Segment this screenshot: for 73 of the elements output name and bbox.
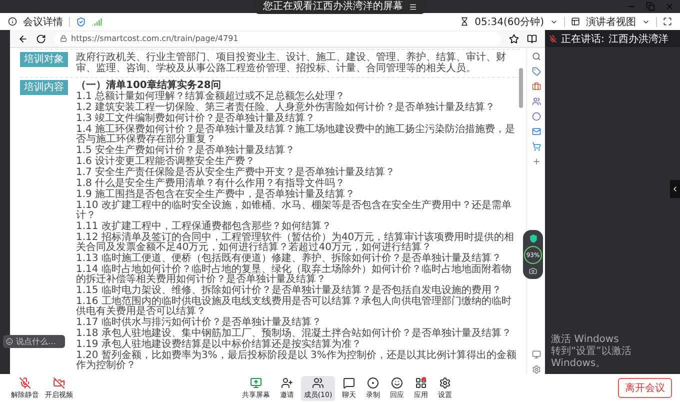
meeting-details-link[interactable]: 会议详情 xyxy=(23,14,63,28)
section-heading: （一）清单100章结算实务28问 xyxy=(76,80,221,91)
lock-icon xyxy=(60,35,67,42)
address-bar[interactable]: https://smartcost.com.cn/train/page/4791 xyxy=(54,32,501,46)
question-item: 1.6 设计变更工程能否调整安全生产费？ xyxy=(76,157,256,167)
reload-icon[interactable] xyxy=(36,34,46,44)
chat-icon xyxy=(343,376,356,388)
fullscreen-icon[interactable] xyxy=(663,17,672,26)
add-user-icon xyxy=(280,376,293,388)
mic-off-icon xyxy=(19,376,31,388)
add-icon[interactable] xyxy=(532,157,540,166)
speaker-name: 江西办洪湾洋 xyxy=(608,32,668,46)
shield-icon xyxy=(528,234,538,243)
info-icon xyxy=(8,17,17,26)
emoji-icon xyxy=(6,338,13,345)
shield-icon xyxy=(76,16,86,26)
briefcase-icon[interactable] xyxy=(532,82,540,91)
hourglass-icon xyxy=(460,17,469,26)
question-item: 1.13 临时施工便道、便桥（包括既有便道）修建、养护、拆除如何计价？是否单独计量及结算？ xyxy=(76,254,502,264)
question-item: 1.18 承包人驻地建设、集中钢筋加工厂、预制场、混凝土拌合站如何计价？是否单独计量及结算？ xyxy=(76,329,512,339)
mail-icon[interactable] xyxy=(532,127,540,136)
section-label: 培训对象 xyxy=(20,52,68,67)
search-icon[interactable] xyxy=(532,52,540,61)
smile-icon xyxy=(391,376,404,388)
grid-icon xyxy=(415,376,428,388)
chat-input[interactable]: 说点什么... xyxy=(3,335,65,348)
question-item: 1.14 临时占地如何计价？临时占地的复垦、绿化（取弃土场除外）如何计价？临时占地地面附着物的拆迁补偿等相关费用如何计价？是否单独计量及结算？ xyxy=(76,265,512,285)
collapse-button[interactable] xyxy=(670,180,680,198)
video-off-icon xyxy=(53,376,65,388)
question-item: 1.8 什么是安全生产费用清单？有什么作用？有指导文件吗？ xyxy=(76,179,346,189)
settings-icon xyxy=(439,376,452,388)
question-item: 1.9 施工围挡是否包含在安全生产费中，是否单独计量及结算？ xyxy=(76,190,356,200)
question-item: 1.16 工地范围内的临时供电设施及电线支线费用是否可以结算？承包人向供电管理部门缴纳的临时供电有关费用是否可以结算？ xyxy=(76,297,512,317)
question-item: 1.20 暂列金额，比如费率为3%，最后投标阶段是以 3%作为控制价，还是以其比例计算得出的金额作为控制价？ xyxy=(76,351,518,371)
leave-meeting-button[interactable]: 离开会议 xyxy=(618,378,672,398)
question-item: 1.3 竣工文件编制费如何计价？是否单独计量及结算？ xyxy=(76,114,316,124)
question-item: 1.2 建筑安装工程一切保险、第三者责任险、人身意外伤害险如何计价？是否单独计量及结算？ xyxy=(76,103,496,113)
people-icon[interactable] xyxy=(532,97,540,106)
question-item: 1.17 临时供水与排污如何计价？是否单独计量及结算？ xyxy=(76,318,322,328)
section-text: 政府行政机关、行业主管部门、项目投资业主、设计、施工、建设、管理、养护、结算、审计、财审、监理、咨询、学校及从事公路工程造价管理、招投标、计量、合同管理等的相关人员。 xyxy=(76,52,507,74)
view-mode-button[interactable]: 演讲者视图 xyxy=(586,14,636,28)
section-label: 培训内容 xyxy=(20,80,68,95)
layout-icon xyxy=(571,17,580,26)
question-item: 1.4 施工环保费如何计价？是否单独计量及结算？施工场地建设费中的施工扬尘污染防治措施费，是否与施工环保费存在部分重复？ xyxy=(76,125,516,145)
question-item: 1.7 安全生产责任保险是否从安全生产费中开支？是否单独计量及结算？ xyxy=(76,168,396,178)
share-banner: 您正在观看江西办洪湾洋的屏幕 xyxy=(255,0,425,14)
settings-icon[interactable] xyxy=(532,365,540,374)
cart-icon[interactable] xyxy=(532,142,540,151)
question-item: 1.19 承包人驻地建设费结算是以中标价结算还是按实结算为准？ xyxy=(76,340,362,350)
share-screen-icon xyxy=(250,376,262,388)
os-activation-notice: 激活 Windows 转到“设置”以激活 Windows。 xyxy=(551,334,632,370)
monitor-icon[interactable] xyxy=(532,350,540,359)
speaking-label: 正在讲话: xyxy=(561,32,604,46)
mic-off-icon xyxy=(549,34,557,42)
circle-icon[interactable] xyxy=(532,112,540,121)
question-item: 1.12 招标清单及签订的合同中，工程管理软件（暂估价）为40万元，结算审计该项费用时提供的相关合同及发票金额不足40万元，如何进行结算？若超过40万元，如何进行结算？ xyxy=(76,233,516,253)
question-item: 1.1 总额计量如何理解？结算金额超过或不足总额怎么处理？ xyxy=(76,92,346,102)
favorite-icon[interactable] xyxy=(509,34,519,44)
question-item: 1.15 临时电力架设、维修、拆除如何计价？是否单独计量及结算？是否包括自发电设施的费用？ xyxy=(76,286,502,296)
question-item: 1.5 安全生产费如何计价？是否单独计量及结算？ xyxy=(76,146,296,156)
record-icon xyxy=(367,376,380,388)
signal-icon xyxy=(92,16,102,26)
question-item: 1.10 改扩建工程中的临时安全设施，如锥桶、水马、棚架等是否包含在安全生产费用中？还是需单计？ xyxy=(76,201,512,221)
camera-icon[interactable] xyxy=(529,267,537,275)
meeting-timer: 05:34(60分钟) xyxy=(474,16,544,28)
tag-icon[interactable] xyxy=(532,67,540,76)
back-icon[interactable] xyxy=(18,34,28,44)
url-text: https://smartcost.com.cn/train/page/4791 xyxy=(71,34,238,43)
menu-icon[interactable] xyxy=(409,3,417,11)
question-item: 1.11 改扩建工程中，工程保通费都包含那些？如何结算？ xyxy=(76,222,332,232)
users-icon xyxy=(312,376,324,388)
chevron-left-icon xyxy=(671,185,679,193)
reading-view-icon[interactable] xyxy=(527,34,537,44)
